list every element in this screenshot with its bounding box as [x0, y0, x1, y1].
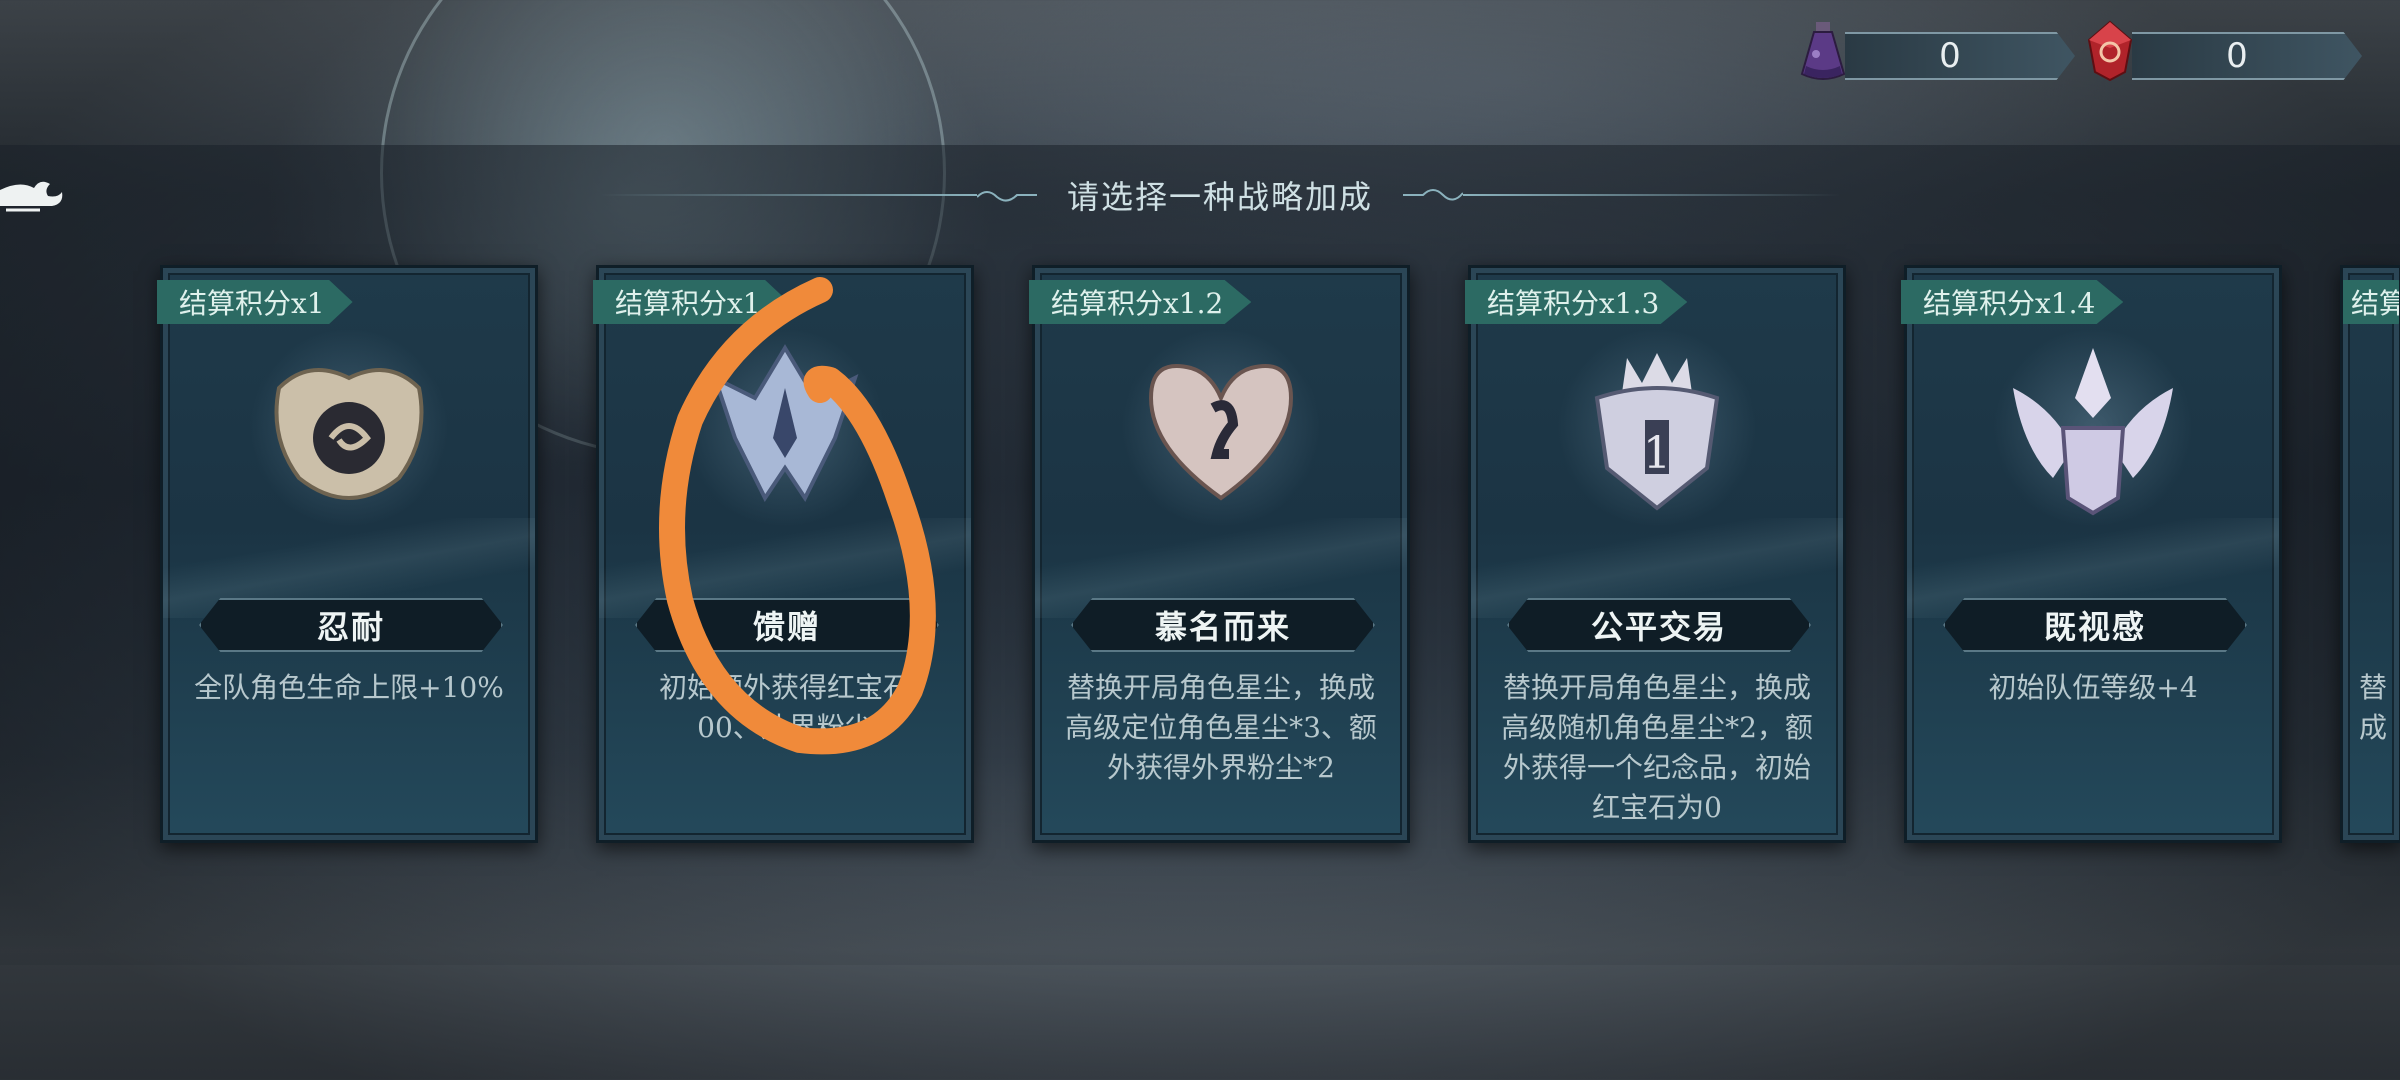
beast-back-icon[interactable] — [0, 170, 70, 230]
potion-flask-icon — [1800, 22, 1846, 80]
card-name-plate: 馈赠 — [635, 598, 939, 652]
strategy-card-endurance[interactable]: 结算积分x1 忍耐 全队角色生命上限+10% — [157, 265, 538, 843]
strategy-prompt-row: 请选择一种战略加成 — [600, 170, 1841, 220]
emblem-glow — [1993, 328, 2193, 528]
currency-bar-potion: 0 — [1845, 32, 2075, 80]
card-name: 公平交易 — [1590, 608, 1727, 646]
strategy-card-deja-vu[interactable]: 结算积分x1.4 既视感 初始队伍等级+4 — [1901, 265, 2282, 843]
card-description: 初始额外获得红宝石 00、外界粉尘 — [658, 671, 911, 744]
card-description: 初始队伍等级+4 — [1988, 671, 2198, 704]
currency-bar-gem: 0 — [2132, 32, 2362, 80]
card-description: 全队角色生命上限+10% — [194, 671, 504, 704]
card-name: 既视感 — [2043, 608, 2146, 646]
currency-value: 0 — [2226, 36, 2248, 76]
score-multiplier-tag: 结算积分x1.3 — [1465, 280, 1688, 324]
card-name: 忍耐 — [316, 608, 385, 646]
wave-ornament-icon — [1403, 189, 1464, 201]
svg-text:1: 1 — [1643, 428, 1671, 479]
winged-helm-crest-icon — [2013, 348, 2173, 516]
strategy-prompt-title: 请选择一种战略加成 — [1067, 178, 1374, 216]
serpent-crest-icon — [274, 368, 424, 500]
score-multiplier-tag: 结算积分x1 — [593, 280, 789, 324]
strategy-card-partial[interactable]: 结算 替成 — [2340, 265, 2400, 843]
card-name-plate: 既视感 — [1943, 598, 2247, 652]
card-name-plate: 慕名而来 — [1071, 598, 1375, 652]
card-name: 慕名而来 — [1154, 608, 1291, 646]
card-description: 替换开局角色星尘，换成高级定位角色星尘*3、额外获得外界粉尘*2 — [1065, 671, 1377, 784]
score-multiplier-tag: 结算积分x1 — [157, 280, 353, 324]
title-divider-left — [600, 194, 977, 196]
card-name-plate: 公平交易 — [1507, 598, 1811, 652]
wave-ornament-icon — [977, 191, 1037, 202]
card-name: 馈赠 — [752, 608, 821, 646]
card-description: 替换开局角色星尘，换成高级随机角色星尘*2，额外获得一个纪念品，初始红宝石为0 — [1501, 671, 1813, 824]
title-divider-right — [1463, 194, 1841, 196]
red-gem-icon — [2087, 20, 2133, 82]
tribal-crest-icon — [711, 344, 859, 502]
score-multiplier-tag: 结算 — [2343, 280, 2399, 324]
card-name-plate: 忍耐 — [199, 598, 503, 652]
crowned-beast-crest-icon: 1 — [1594, 353, 1720, 511]
strategy-card-gift[interactable]: 结算积分x1 馈赠 初始额外获得红宝石 00、外界粉尘 — [593, 265, 974, 843]
emblem-glow — [249, 328, 449, 528]
strategy-card-fair-trade[interactable]: 结算积分x1.3 1 公平交易 替换开局角色星尘，换成高级随机角色星尘*2，额外… — [1465, 265, 1846, 843]
emblem-glow — [685, 328, 885, 528]
emblem-glow: 1 — [1557, 328, 1757, 528]
currency-value: 0 — [1939, 36, 1961, 76]
score-multiplier-tag: 结算积分x1.4 — [1901, 280, 2124, 324]
strategy-card-admiration[interactable]: 结算积分x1.2 慕名而来 替换开局角色星尘，换成高级定位角色星尘*3、额外获得… — [1029, 265, 1410, 843]
emblem-glow — [1121, 328, 1321, 528]
card-description: 替成 — [2359, 671, 2388, 744]
dragon-heart-crest-icon — [1148, 364, 1294, 501]
score-multiplier-tag: 结算积分x1.2 — [1029, 280, 1252, 324]
